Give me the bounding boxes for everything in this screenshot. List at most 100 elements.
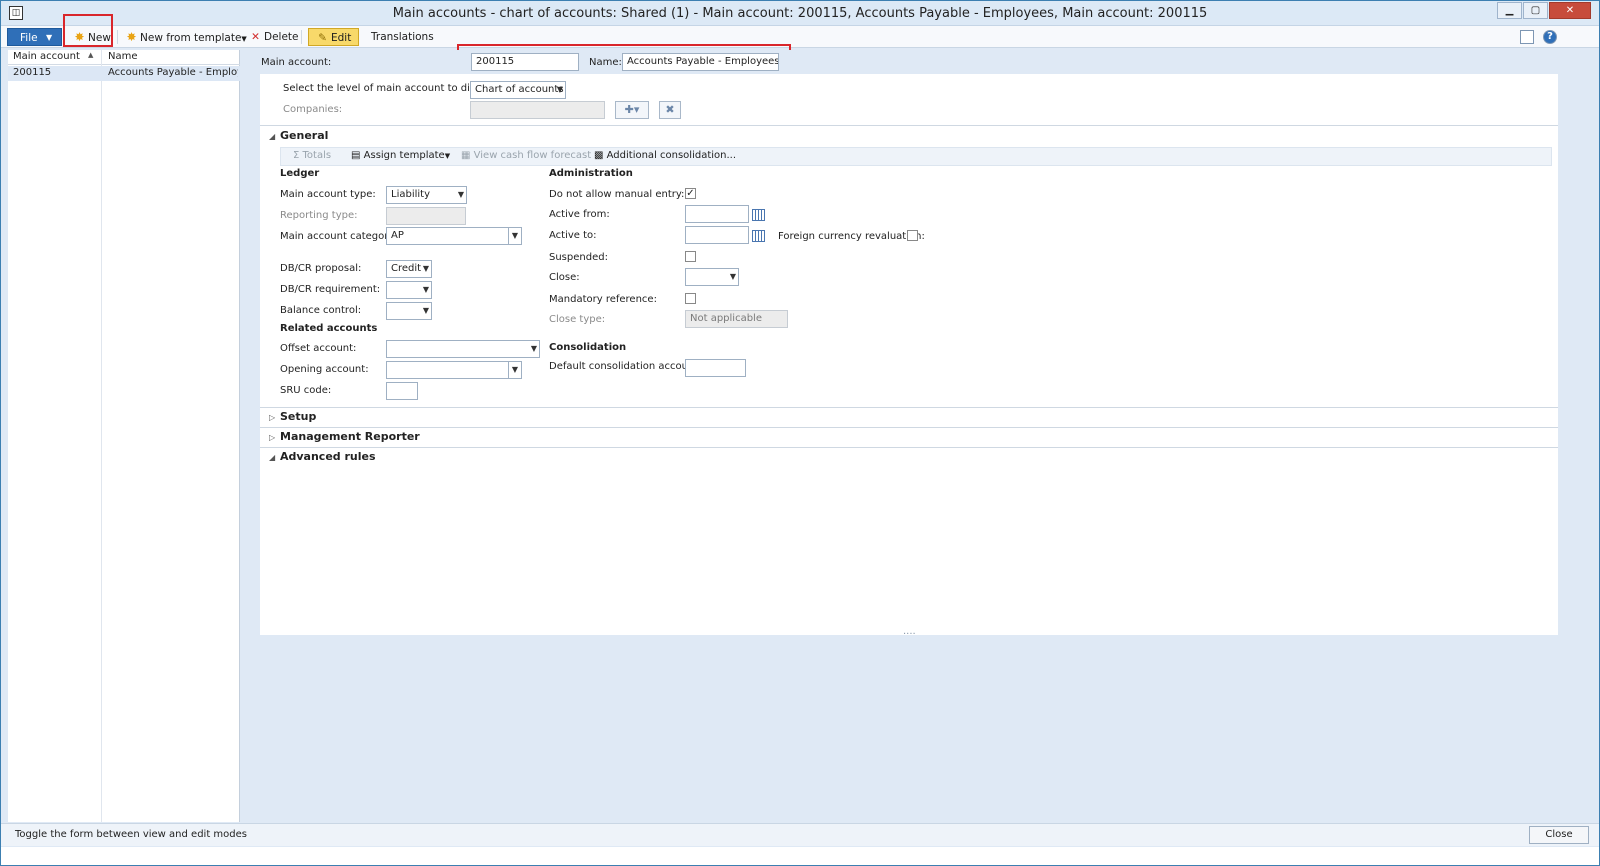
offset-account-select[interactable]: ▼ [386,340,540,358]
main-account-type-value: Liability [391,189,430,200]
balance-control-label: Balance control: [280,305,362,316]
general-subtoolbar: Σ Totals ▤ Assign template▼ ▦ View cash … [280,147,1552,166]
opening-account-select[interactable]: ▼ [386,361,522,379]
remove-company-button[interactable]: ✖ [659,101,681,119]
offset-account-label: Offset account: [280,343,357,354]
calendar-icon[interactable] [752,230,765,242]
general-section-title[interactable]: General [280,129,328,142]
no-manual-entry-label: Do not allow manual entry: [549,189,685,200]
row-main-account: 200115 [13,67,52,78]
balance-control-select[interactable]: ▼ [386,302,432,320]
delete-label: Delete [264,31,299,43]
chevron-down-icon: ▼ [444,152,451,160]
close-select[interactable]: ▼ [685,268,739,286]
setup-section-title[interactable]: Setup [280,410,316,423]
mandatory-reference-checkbox[interactable] [685,293,696,304]
name-field[interactable]: Accounts Payable - Employees [622,53,779,71]
minimize-button[interactable]: ▁ [1497,2,1522,19]
view-cash-flow-label: View cash flow forecast [473,150,592,161]
expand-triangle-icon[interactable]: ▷ [269,433,275,442]
level-label: Select the level of main account to disp… [283,83,499,94]
chevron-down-icon: ▼ [46,33,53,42]
administration-group-title: Administration [549,168,633,179]
chevron-down-icon: ▼ [729,272,736,281]
add-company-button[interactable]: ✚▾ [615,101,649,119]
sru-code-field[interactable] [386,382,418,400]
divider [260,125,1558,126]
dbcr-proposal-select[interactable]: Credit ▼ [386,260,432,278]
main-account-category-label: Main account category: [280,231,397,242]
consolidation-icon: ▩ [594,150,604,161]
column-header-name[interactable]: Name [108,51,138,62]
details-pane: Main account: 200115 Name: Accounts Paya… [253,50,1592,822]
pencil-icon: ✎ [318,32,327,44]
resize-grip-icon[interactable]: .... [903,626,916,637]
foreign-currency-label: Foreign currency revaluation: [778,231,925,242]
maximize-button[interactable]: ▢ [1523,2,1548,19]
main-account-label: Main account: [261,57,332,68]
main-account-category-select[interactable]: AP ▼ [386,227,522,245]
chevron-down-icon: ▼ [508,228,521,244]
status-text: Toggle the form between view and edit mo… [15,829,247,840]
advanced-rules-section-title[interactable]: Advanced rules [280,450,376,463]
collapse-triangle-icon[interactable]: ◢ [269,453,275,462]
additional-consolidation-button[interactable]: ▩ Additional consolidation... [594,150,736,161]
reporting-type-field[interactable] [386,207,466,225]
default-consolidation-field[interactable] [685,359,746,377]
main-account-field[interactable]: 200115 [471,53,579,71]
mandatory-reference-label: Mandatory reference: [549,294,657,305]
main-account-type-select[interactable]: Liability ▼ [386,186,467,204]
chevron-down-icon: ▼ [556,85,563,94]
view-cash-flow-button[interactable]: ▦ View cash flow forecast [461,150,591,161]
dbcr-requirement-select[interactable]: ▼ [386,281,432,299]
related-accounts-group-title: Related accounts [280,323,378,334]
highlight-new-button [63,14,113,47]
chevron-down-icon: ▼ [422,264,429,273]
collapse-triangle-icon[interactable]: ◢ [269,132,275,141]
suspended-label: Suspended: [549,252,608,263]
new-from-template-button[interactable]: ✸ New from template▼ [125,28,246,46]
companies-field[interactable] [470,101,605,119]
suspended-checkbox[interactable] [685,251,696,262]
management-reporter-section-title[interactable]: Management Reporter [280,430,420,443]
totals-button[interactable]: Σ Totals [293,150,331,161]
translations-button[interactable]: Translations [371,28,434,46]
totals-label: Totals [302,150,332,161]
edit-button[interactable]: ✎ Edit [308,28,360,46]
file-menu-button[interactable]: File ▼ [7,28,62,46]
foreign-currency-checkbox[interactable] [907,230,918,241]
delete-button[interactable]: ✕ Delete [249,28,299,46]
status-bar: Toggle the form between view and edit mo… [1,823,1599,846]
close-type-field[interactable]: Not applicable [685,310,788,328]
level-select[interactable]: Chart of accounts ▼ [470,81,566,99]
assign-template-button[interactable]: ▤ Assign template▼ [351,150,450,161]
panel-toggle-icon[interactable] [1520,30,1534,44]
active-to-label: Active to: [549,230,597,241]
table-row[interactable]: 200115 Accounts Payable - Employees [8,66,240,81]
help-icon[interactable]: ? [1543,30,1557,44]
new-from-template-label: New from template [140,32,242,44]
chevron-down-icon: ▼ [530,344,537,353]
expand-triangle-icon[interactable]: ▷ [269,413,275,422]
delete-x-icon: ✕ [251,31,260,43]
dbcr-proposal-label: DB/CR proposal: [280,263,362,274]
dbcr-proposal-value: Credit [391,263,422,274]
column-divider [101,50,102,822]
dbcr-requirement-label: DB/CR requirement: [280,284,381,295]
ledger-group-title: Ledger [280,168,320,179]
column-header-main-account[interactable]: Main account [13,51,80,62]
divider [260,407,1558,408]
edit-label: Edit [331,32,352,44]
close-window-button[interactable]: ✕ [1549,2,1591,19]
divider [260,427,1558,428]
chevron-down-icon: ▼ [508,362,521,378]
no-manual-entry-checkbox[interactable]: ✓ [685,188,696,199]
active-from-field[interactable] [685,205,749,223]
active-to-field[interactable] [685,226,749,244]
calendar-icon[interactable] [752,209,765,221]
window-title: Main accounts - chart of accounts: Share… [392,6,1208,21]
close-button[interactable]: Close [1529,826,1589,844]
main-account-type-label: Main account type: [280,189,376,200]
action-toolbar: File ▼ ✸ New ✸ New from template▼ ✕ Delete … [1,26,1599,48]
toolbar-divider [301,30,302,44]
